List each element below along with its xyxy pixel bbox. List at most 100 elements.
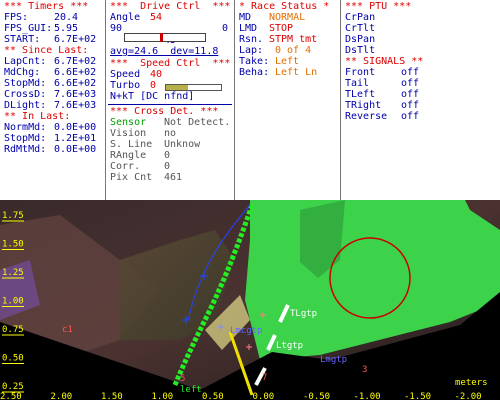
drive-ctrl-header: *** Drive Ctrl *** xyxy=(110,1,231,12)
lapcnt-label: LapCnt: xyxy=(4,56,47,67)
crossd-value: 7.6E+03 xyxy=(54,89,97,100)
corr-value: 0 xyxy=(164,161,171,172)
start-label: START: xyxy=(4,34,41,45)
left-axis-tick: 0.75 xyxy=(2,325,24,335)
pixcnt-value: 461 xyxy=(164,172,183,183)
stopmd2-value: 1.2E+01 xyxy=(54,133,97,144)
speed-label: Speed xyxy=(110,69,141,80)
label-ltgtp: Ltgtp xyxy=(276,341,303,351)
ptu-item-dspan: DsPan xyxy=(345,34,376,45)
lapcnt-value: 6.7E+02 xyxy=(54,56,97,67)
signal-tright: TRight off xyxy=(345,100,419,111)
timers-panel: *** Timers *** FPS: 20.4 FPS_GUI: 5.95 STA… xyxy=(0,0,106,200)
bottom-axis-tick: -1.00 xyxy=(354,392,381,400)
signal-label: Tail xyxy=(345,78,370,89)
stopmd-label: StopMd: xyxy=(4,78,47,89)
turbo-row: Turbo 0 xyxy=(110,80,156,91)
md-row: MD NORMAL xyxy=(239,12,305,23)
camera-view: TLgtp Lmcgtp Ltgtp Lmgtp left c1 5 7 3 1… xyxy=(0,200,500,400)
label-lmcgtp: Lmcgtp xyxy=(230,326,263,336)
signal-tail: Tail off xyxy=(345,78,419,89)
dlight-label: DLight: xyxy=(4,100,47,111)
signal-label: Front xyxy=(345,67,376,78)
fps-label: FPS: xyxy=(4,12,29,23)
pixcnt-row: Pix Cnt 461 xyxy=(110,172,182,183)
fps-value: 20.4 xyxy=(54,12,79,23)
ptu-item-dstlt: DsTlt xyxy=(345,45,376,56)
corr-row: Corr. 0 xyxy=(110,161,170,172)
start-row: START: 6.7E+02 xyxy=(4,34,96,45)
label-lmgtp: Lmgtp xyxy=(320,355,347,365)
speed-row: Speed 40 xyxy=(110,69,162,80)
stopmd2-label: StopMd: xyxy=(4,133,47,144)
rdmtmd-row: RdMtMd: 0.0E+00 xyxy=(4,144,96,155)
lmd-label: LMD xyxy=(239,23,258,34)
angle-slider-knob[interactable] xyxy=(160,33,163,42)
beha-row: Beha: Left Ln xyxy=(239,67,317,78)
label-3: 3 xyxy=(362,365,367,375)
speed-bar-fill xyxy=(166,85,188,90)
label-c1: c1 xyxy=(62,325,73,335)
bottom-axis-tick: -0.50 xyxy=(303,392,330,400)
avg-dev-line: avg=24.6 dev=11.8 xyxy=(110,46,219,57)
drive-panel: *** Drive Ctrl *** Angle54 90 0 45 avg=2… xyxy=(106,0,235,200)
bottom-axis-tick: 1.50 xyxy=(101,392,123,400)
ptu-item-crtlt: CrTlt xyxy=(345,23,376,34)
lap-label: Lap: xyxy=(239,45,264,56)
bottom-axis-tick: -2.00 xyxy=(455,392,482,400)
in-last-header: ** In Last: xyxy=(4,111,71,122)
label-left: left xyxy=(180,385,202,395)
lapcnt-row: LapCnt: 6.7E+02 xyxy=(4,56,96,67)
sline-value: Unknow xyxy=(164,139,201,150)
left-axis-tick: 0.25 xyxy=(2,382,24,392)
rsn-row: Rsn. STPM tmt xyxy=(239,34,317,45)
ptu-header: *** PTU *** xyxy=(345,1,412,12)
lmd-value: STOP xyxy=(269,23,294,34)
label-tlgtp: TLgtp xyxy=(290,309,317,319)
speed-bar xyxy=(165,84,222,91)
signal-value: off xyxy=(401,67,420,78)
lap-row: Lap: 0 of 4 xyxy=(239,45,311,56)
rsn-value: STPM tmt xyxy=(269,34,318,45)
angle-slider[interactable] xyxy=(124,33,206,42)
bottom-axis-tick: 0.50 xyxy=(202,392,224,400)
race-status-panel: * Race Status * MD NORMAL LMD STOP Rsn. STP… xyxy=(235,0,341,200)
mdchg-row: MdChg: 6.6E+02 xyxy=(4,67,96,78)
sline-row: S. Line Unknow xyxy=(110,139,200,150)
rsn-label: Rsn. xyxy=(239,34,264,45)
fps-gui-value: 5.95 xyxy=(54,23,79,34)
beha-label: Beha: xyxy=(239,67,270,78)
sensor-row: Sensor Not Detect. xyxy=(110,117,230,128)
angle-value: 54 xyxy=(150,12,163,23)
crossd-label: CrossD: xyxy=(4,89,47,100)
vision-row: Vision no xyxy=(110,128,176,139)
normmd-value: 0.0E+00 xyxy=(54,122,97,133)
left-axis-tick: 1.50 xyxy=(2,240,24,250)
race-status-header: * Race Status * xyxy=(239,1,330,12)
rangle-row: RAngle 0 xyxy=(110,150,170,161)
rangle-label: RAngle xyxy=(110,150,147,161)
turbo-label: Turbo xyxy=(110,80,141,91)
ptu-item-crpan: CrPan xyxy=(345,12,376,23)
bottom-axis-tick: 1.00 xyxy=(152,392,174,400)
signal-tleft: TLeft off xyxy=(345,89,419,100)
rangle-value: 0 xyxy=(164,150,171,161)
angle-label: Angle xyxy=(110,12,141,23)
turbo-value: 0 xyxy=(150,80,157,91)
cross-det-header: *** Cross Det. *** xyxy=(110,106,219,117)
timers-header: *** Timers *** xyxy=(4,1,89,12)
vision-value: no xyxy=(164,128,177,139)
lap-value: 0 of 4 xyxy=(275,45,312,56)
pixcnt-label: Pix Cnt xyxy=(110,172,153,183)
speed-ctrl-header: *** Speed Ctrl *** xyxy=(110,58,231,69)
left-axis-tick: 1.75 xyxy=(2,211,24,221)
bottom-axis-tick: 2.50 xyxy=(0,392,22,400)
beha-value: Left Ln xyxy=(275,67,318,78)
md-label: MD xyxy=(239,12,252,23)
rdmtmd-label: RdMtMd: xyxy=(4,144,47,155)
bottom-axis-tick: 2.00 xyxy=(51,392,73,400)
divider xyxy=(108,104,232,105)
left-axis-tick: 1.25 xyxy=(2,268,24,278)
stopmd2-row: StopMd: 1.2E+01 xyxy=(4,133,96,144)
mdchg-label: MdChg: xyxy=(4,67,41,78)
